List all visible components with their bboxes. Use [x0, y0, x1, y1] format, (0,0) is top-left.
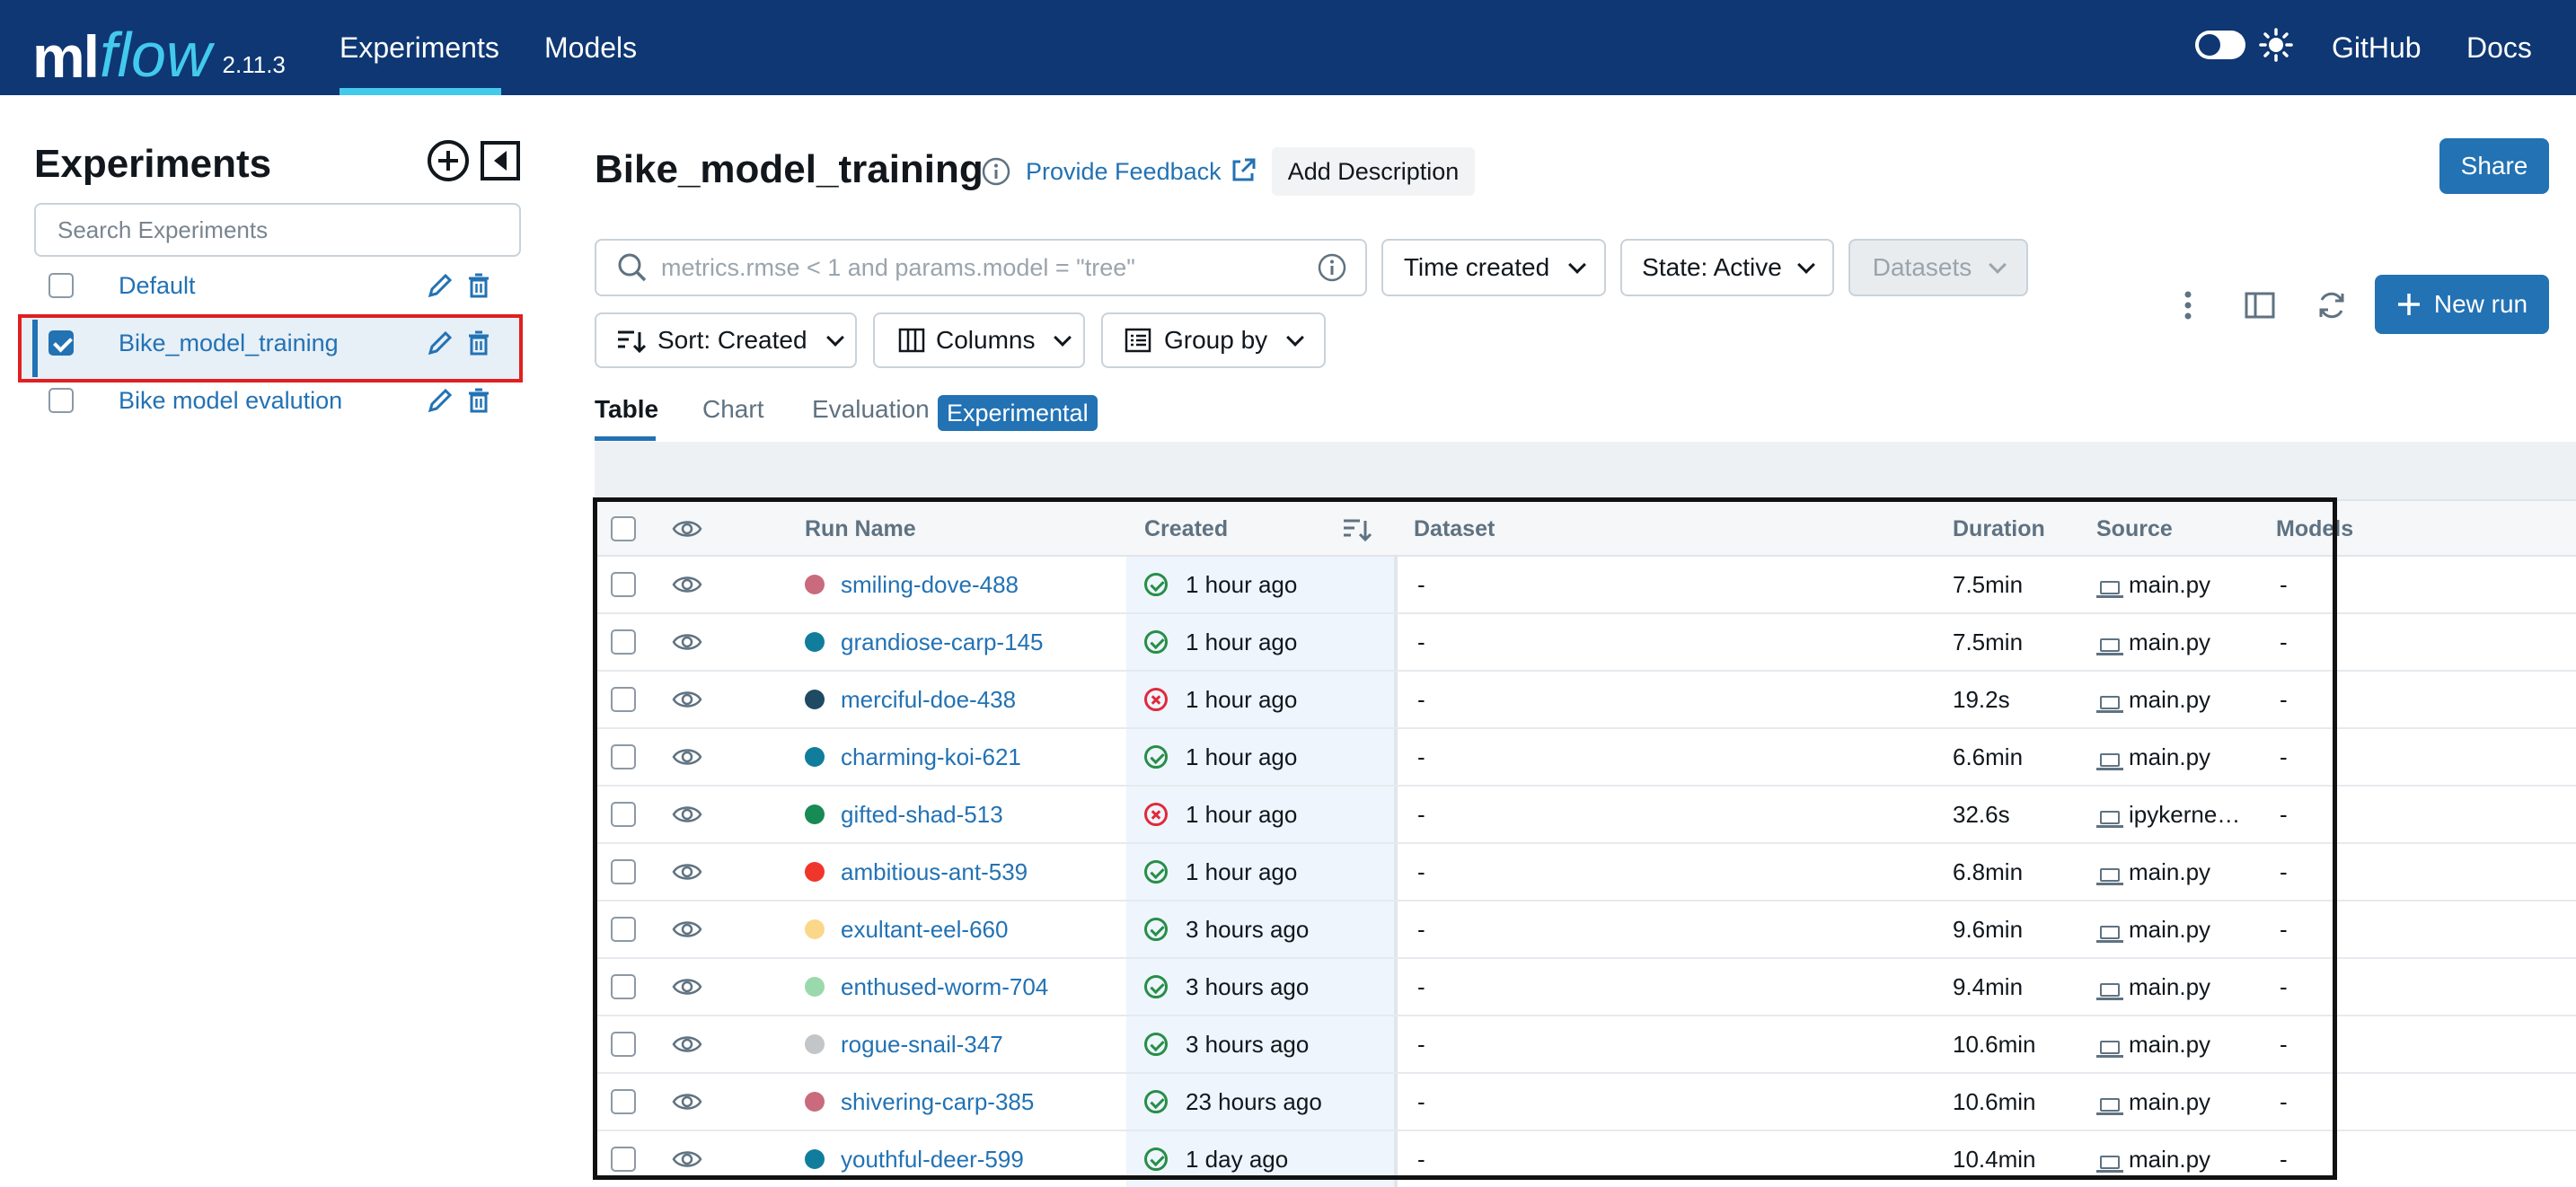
- delete-icon[interactable]: [465, 329, 492, 362]
- chevron-down-icon: [825, 329, 844, 347]
- chevron-down-icon: [1054, 329, 1072, 347]
- runs-search-input[interactable]: metrics.rmse < 1 and params.model = "tre…: [595, 239, 1367, 296]
- search-info-icon[interactable]: [1317, 252, 1347, 283]
- tab-chart[interactable]: Chart: [702, 395, 763, 424]
- delete-icon[interactable]: [465, 386, 492, 419]
- experimental-badge: Experimental: [938, 395, 1098, 431]
- tab-table[interactable]: Table: [595, 395, 658, 424]
- chevron-down-icon: [1989, 256, 2007, 274]
- nav-active-indicator: [340, 88, 501, 95]
- experiment-name[interactable]: Bike_model_training: [119, 330, 521, 357]
- new-run-label: New run: [2433, 290, 2528, 318]
- tab-active-underline: [595, 436, 656, 441]
- tab-evaluation[interactable]: Evaluation: [812, 395, 930, 424]
- new-run-button[interactable]: New run: [2375, 275, 2549, 334]
- add-description-button[interactable]: Add Description: [1272, 147, 1475, 196]
- sort-icon: [618, 330, 647, 354]
- datasets-label: Datasets: [1872, 253, 1972, 281]
- refresh-icon[interactable]: [2316, 289, 2348, 326]
- sort-dropdown[interactable]: Sort: Created: [595, 312, 857, 368]
- experiment-checkbox[interactable]: [49, 330, 74, 356]
- info-icon[interactable]: [981, 156, 1011, 191]
- time-created-label: Time created: [1403, 253, 1550, 281]
- version-label: 2.11.3: [222, 51, 286, 78]
- delete-icon[interactable]: [465, 271, 492, 304]
- github-link[interactable]: GitHub: [2332, 0, 2422, 95]
- search-icon: [618, 253, 647, 282]
- logo-ml: ml: [32, 23, 100, 90]
- page-title: Bike_model_training: [595, 147, 984, 191]
- datasets-dropdown[interactable]: Datasets: [1848, 239, 2028, 296]
- runs-search-placeholder: metrics.rmse < 1 and params.model = "tre…: [661, 253, 1135, 281]
- state-dropdown[interactable]: State: Active: [1620, 239, 1834, 296]
- edit-icon[interactable]: [426, 329, 454, 362]
- side-panel-icon[interactable]: [2244, 289, 2276, 326]
- sort-label: Sort: Created: [657, 326, 807, 354]
- chevron-down-icon: [1796, 256, 1815, 274]
- external-link-icon: [1229, 156, 1257, 189]
- table-toolbar-band: [595, 442, 2576, 499]
- docs-link[interactable]: Docs: [2466, 0, 2532, 95]
- group-by-dropdown[interactable]: Group by: [1101, 312, 1326, 368]
- edit-icon[interactable]: [426, 386, 454, 419]
- nav-experiments[interactable]: Experiments: [340, 0, 499, 95]
- time-created-dropdown[interactable]: Time created: [1381, 239, 1606, 296]
- experiment-name[interactable]: Bike model evalution: [119, 387, 521, 415]
- experiment-checkbox[interactable]: [49, 273, 74, 298]
- sun-icon: [2258, 27, 2294, 63]
- columns-label: Columns: [936, 326, 1036, 354]
- experiment-name[interactable]: Default: [119, 272, 521, 300]
- provide-feedback-link[interactable]: Provide Feedback: [1026, 158, 1222, 186]
- group-by-icon: [1125, 328, 1151, 353]
- logo-flow: flow: [100, 20, 212, 90]
- group-by-label: Group by: [1164, 326, 1268, 354]
- search-experiments-input[interactable]: Search Experiments: [34, 203, 521, 257]
- edit-icon[interactable]: [426, 271, 454, 304]
- sidebar-title: Experiments: [34, 142, 272, 186]
- columns-icon: [898, 328, 925, 353]
- share-button[interactable]: Share: [2439, 138, 2549, 194]
- more-options-icon[interactable]: [2174, 287, 2202, 328]
- chevron-down-icon: [1286, 329, 1305, 347]
- add-experiment-icon[interactable]: [426, 138, 471, 183]
- experiment-checkbox[interactable]: [49, 388, 74, 413]
- chevron-down-icon: [1568, 256, 1587, 274]
- nav-models[interactable]: Models: [544, 0, 637, 95]
- annotation-frame: [593, 497, 2337, 1180]
- collapse-sidebar-icon[interactable]: [480, 140, 521, 181]
- columns-dropdown[interactable]: Columns: [873, 312, 1085, 368]
- state-label: State: Active: [1642, 253, 1782, 281]
- dark-mode-toggle[interactable]: [2195, 31, 2245, 59]
- mlflow-logo[interactable]: ml flow 2.11.3: [32, 5, 286, 86]
- plus-icon: [2397, 294, 2420, 315]
